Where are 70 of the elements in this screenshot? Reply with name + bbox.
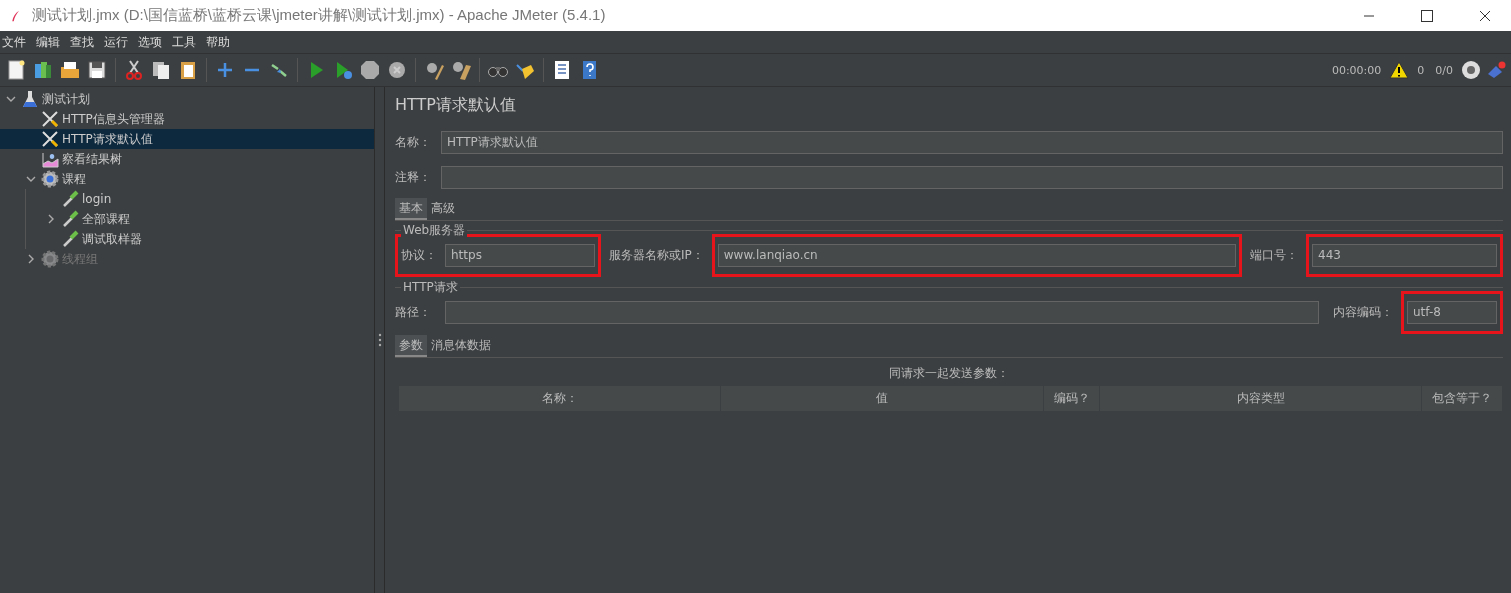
tree-item[interactable]: HTTP信息头管理器 [0,109,374,129]
field-label: 端口号： [1250,246,1298,264]
tree-item[interactable]: 课程 [0,169,374,189]
menu-item[interactable]: 查找 [70,33,94,51]
tree-item[interactable]: HTTP请求默认值 [0,129,374,149]
protocol-field[interactable]: https [445,243,595,267]
menu-item[interactable]: 运行 [104,33,128,51]
field-label: 注释： [395,169,432,186]
field-label: 内容编码： [1333,303,1393,321]
tree-item[interactable]: 测试计划 [0,89,374,109]
copy-icon[interactable] [150,59,172,81]
server-field[interactable]: www.lanqiao.cn [717,243,1236,267]
field-label: 服务器名称或IP： [609,246,704,264]
menu-item[interactable]: 文件 [2,33,26,51]
field-label: 名称： [395,134,432,151]
templates-icon[interactable] [32,59,54,81]
save-icon[interactable] [86,59,108,81]
column-header[interactable]: 编码？ [1044,386,1100,411]
tab[interactable]: 消息体数据 [427,335,495,357]
port-field[interactable]: 443 [1312,243,1497,267]
new-icon[interactable] [5,59,27,81]
chevron-right-icon[interactable] [46,214,56,224]
elapsed-time: 00:00:00 [1331,63,1382,77]
column-header[interactable]: 名称： [399,386,721,411]
stop-icon[interactable] [359,59,381,81]
menu-item[interactable]: 选项 [138,33,162,51]
panel-title: HTTP请求默认值 [395,95,517,116]
gear-icon [41,170,59,188]
maximize-icon[interactable] [1421,9,1433,22]
tab[interactable]: 高级 [427,198,459,220]
warning-count: 0 [1417,63,1425,77]
pipette-icon [61,190,79,208]
menu-item[interactable]: 编辑 [36,33,60,51]
chevron-down-icon[interactable] [6,94,16,104]
shutdown-icon[interactable] [386,59,408,81]
window-title: 测试计划.jmx (D:\国信蓝桥\蓝桥云课\jmeter讲解\测试计划.jmx) - Apache JMeter (5.4.1) [32,6,606,25]
warning-icon[interactable] [1389,61,1410,79]
tree-item[interactable]: 察看结果树 [0,149,374,169]
close-icon[interactable] [1479,9,1491,22]
tree-item[interactable]: 调试取样器 [0,229,374,249]
menu-item[interactable]: 工具 [172,33,196,51]
table-caption: 同请求一起发送参数： [889,365,1009,382]
thread-count: 0/0 [1435,63,1453,77]
pipette-icon [61,230,79,248]
path-field[interactable] [445,300,1319,324]
menu-item[interactable]: 帮助 [206,33,230,51]
encoding-field[interactable]: utf-8 [1407,300,1497,324]
tree-item[interactable]: login [0,189,374,209]
chevron-down-icon[interactable] [26,174,36,184]
flask-icon [21,90,39,108]
tab[interactable]: 基本 [395,198,427,220]
column-header[interactable]: 包含等于？ [1422,386,1503,411]
cut-icon[interactable] [123,59,145,81]
splitter-handle-icon[interactable] [377,333,382,347]
name-field[interactable]: HTTP请求默认值 [441,131,1503,154]
wrench-icon [41,110,59,128]
tree-item[interactable]: 全部课程 [0,209,374,229]
tab[interactable]: 参数 [395,335,427,357]
comment-field[interactable] [441,166,1503,189]
open-icon[interactable] [59,59,81,81]
gear-icon [41,250,59,268]
chart-icon [41,150,59,168]
field-label: 路径： [395,303,431,321]
column-header[interactable]: 值 [721,386,1044,411]
column-header[interactable]: 内容类型 [1100,386,1422,411]
group-legend: Web服务器 [401,223,468,237]
pipette-icon [61,210,79,228]
field-label: 协议： [401,246,437,264]
wrench-icon [41,130,59,148]
group-legend: HTTP请求 [401,280,460,294]
